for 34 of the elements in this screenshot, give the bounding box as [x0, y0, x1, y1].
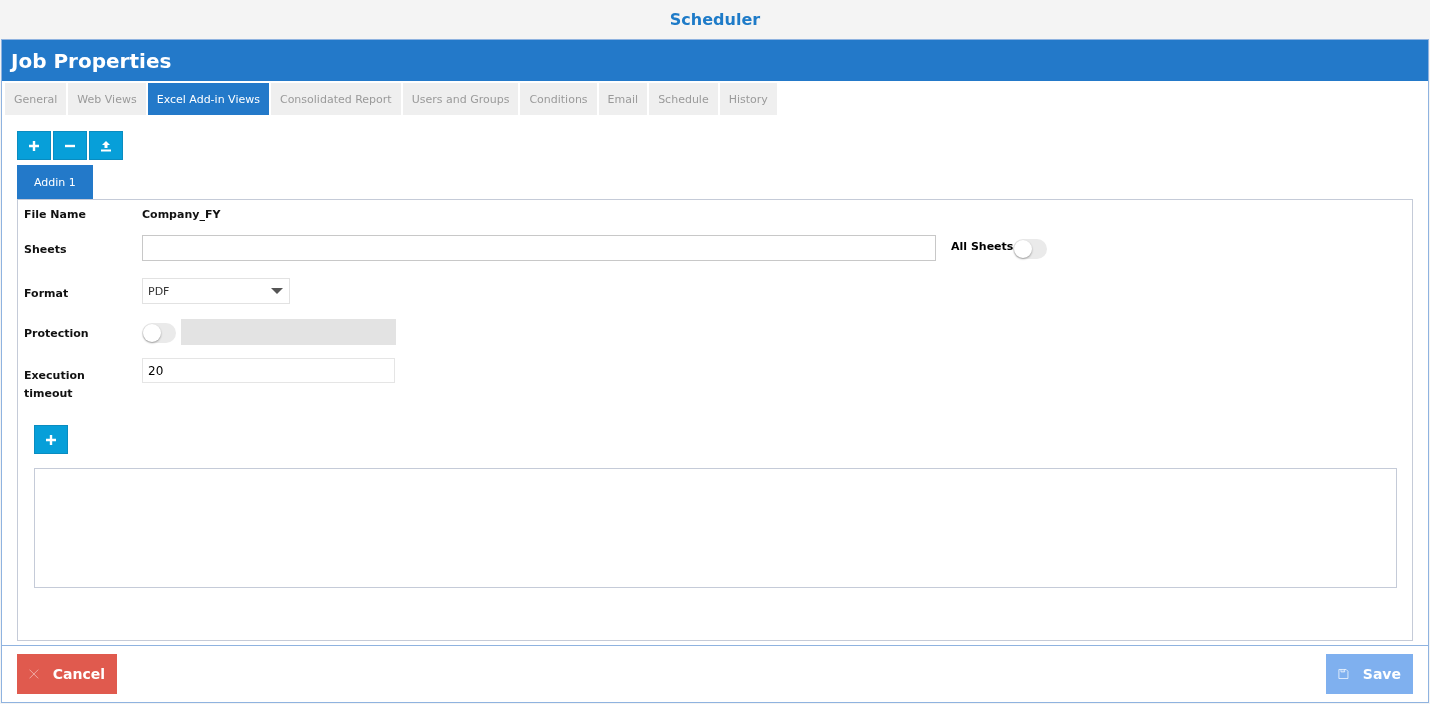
format-dropdown[interactable]: PDF	[142, 278, 290, 304]
tab[interactable]: Email	[598, 83, 648, 115]
tab[interactable]: History	[719, 83, 777, 115]
field-label: Protection	[24, 327, 90, 340]
field-label: Sheets	[24, 243, 68, 256]
timeout-field[interactable]: 20	[142, 358, 395, 383]
field-label: Execution timeout	[24, 368, 86, 402]
plus-icon	[45, 433, 57, 446]
add-button[interactable]	[17, 131, 51, 160]
protection-toggle[interactable]	[142, 323, 176, 343]
cancel-button[interactable]: Cancel	[17, 654, 117, 694]
tab[interactable]: Web Views	[68, 83, 146, 115]
dialog-title: Job Properties	[11, 48, 172, 73]
password-field[interactable]	[181, 319, 396, 345]
upload-icon	[100, 139, 112, 152]
field-label: File Name	[24, 208, 87, 221]
remove-button[interactable]	[53, 131, 87, 160]
file-name-value: Company_FY	[142, 208, 221, 221]
upload-button[interactable]	[89, 131, 123, 160]
tab[interactable]: General	[5, 83, 67, 115]
tab[interactable]: Schedule	[649, 83, 718, 115]
add-button[interactable]	[34, 425, 68, 454]
sheets-field[interactable]	[142, 235, 936, 261]
plus-icon	[28, 139, 40, 152]
tab[interactable]: Users and Groups	[402, 83, 519, 115]
addin-tab[interactable]: Addin 1	[17, 165, 93, 199]
field-label: Format	[24, 287, 70, 300]
app-title: Scheduler	[669, 10, 761, 29]
all-sheets-label: All Sheets	[951, 240, 1014, 253]
tab[interactable]: Conditions	[520, 83, 597, 115]
tab[interactable]: Excel Add-in Views	[147, 83, 269, 115]
caret-icon	[271, 287, 283, 295]
all-sheets-toggle[interactable]	[1013, 239, 1048, 259]
tab[interactable]: Consolidated Report	[270, 83, 401, 115]
